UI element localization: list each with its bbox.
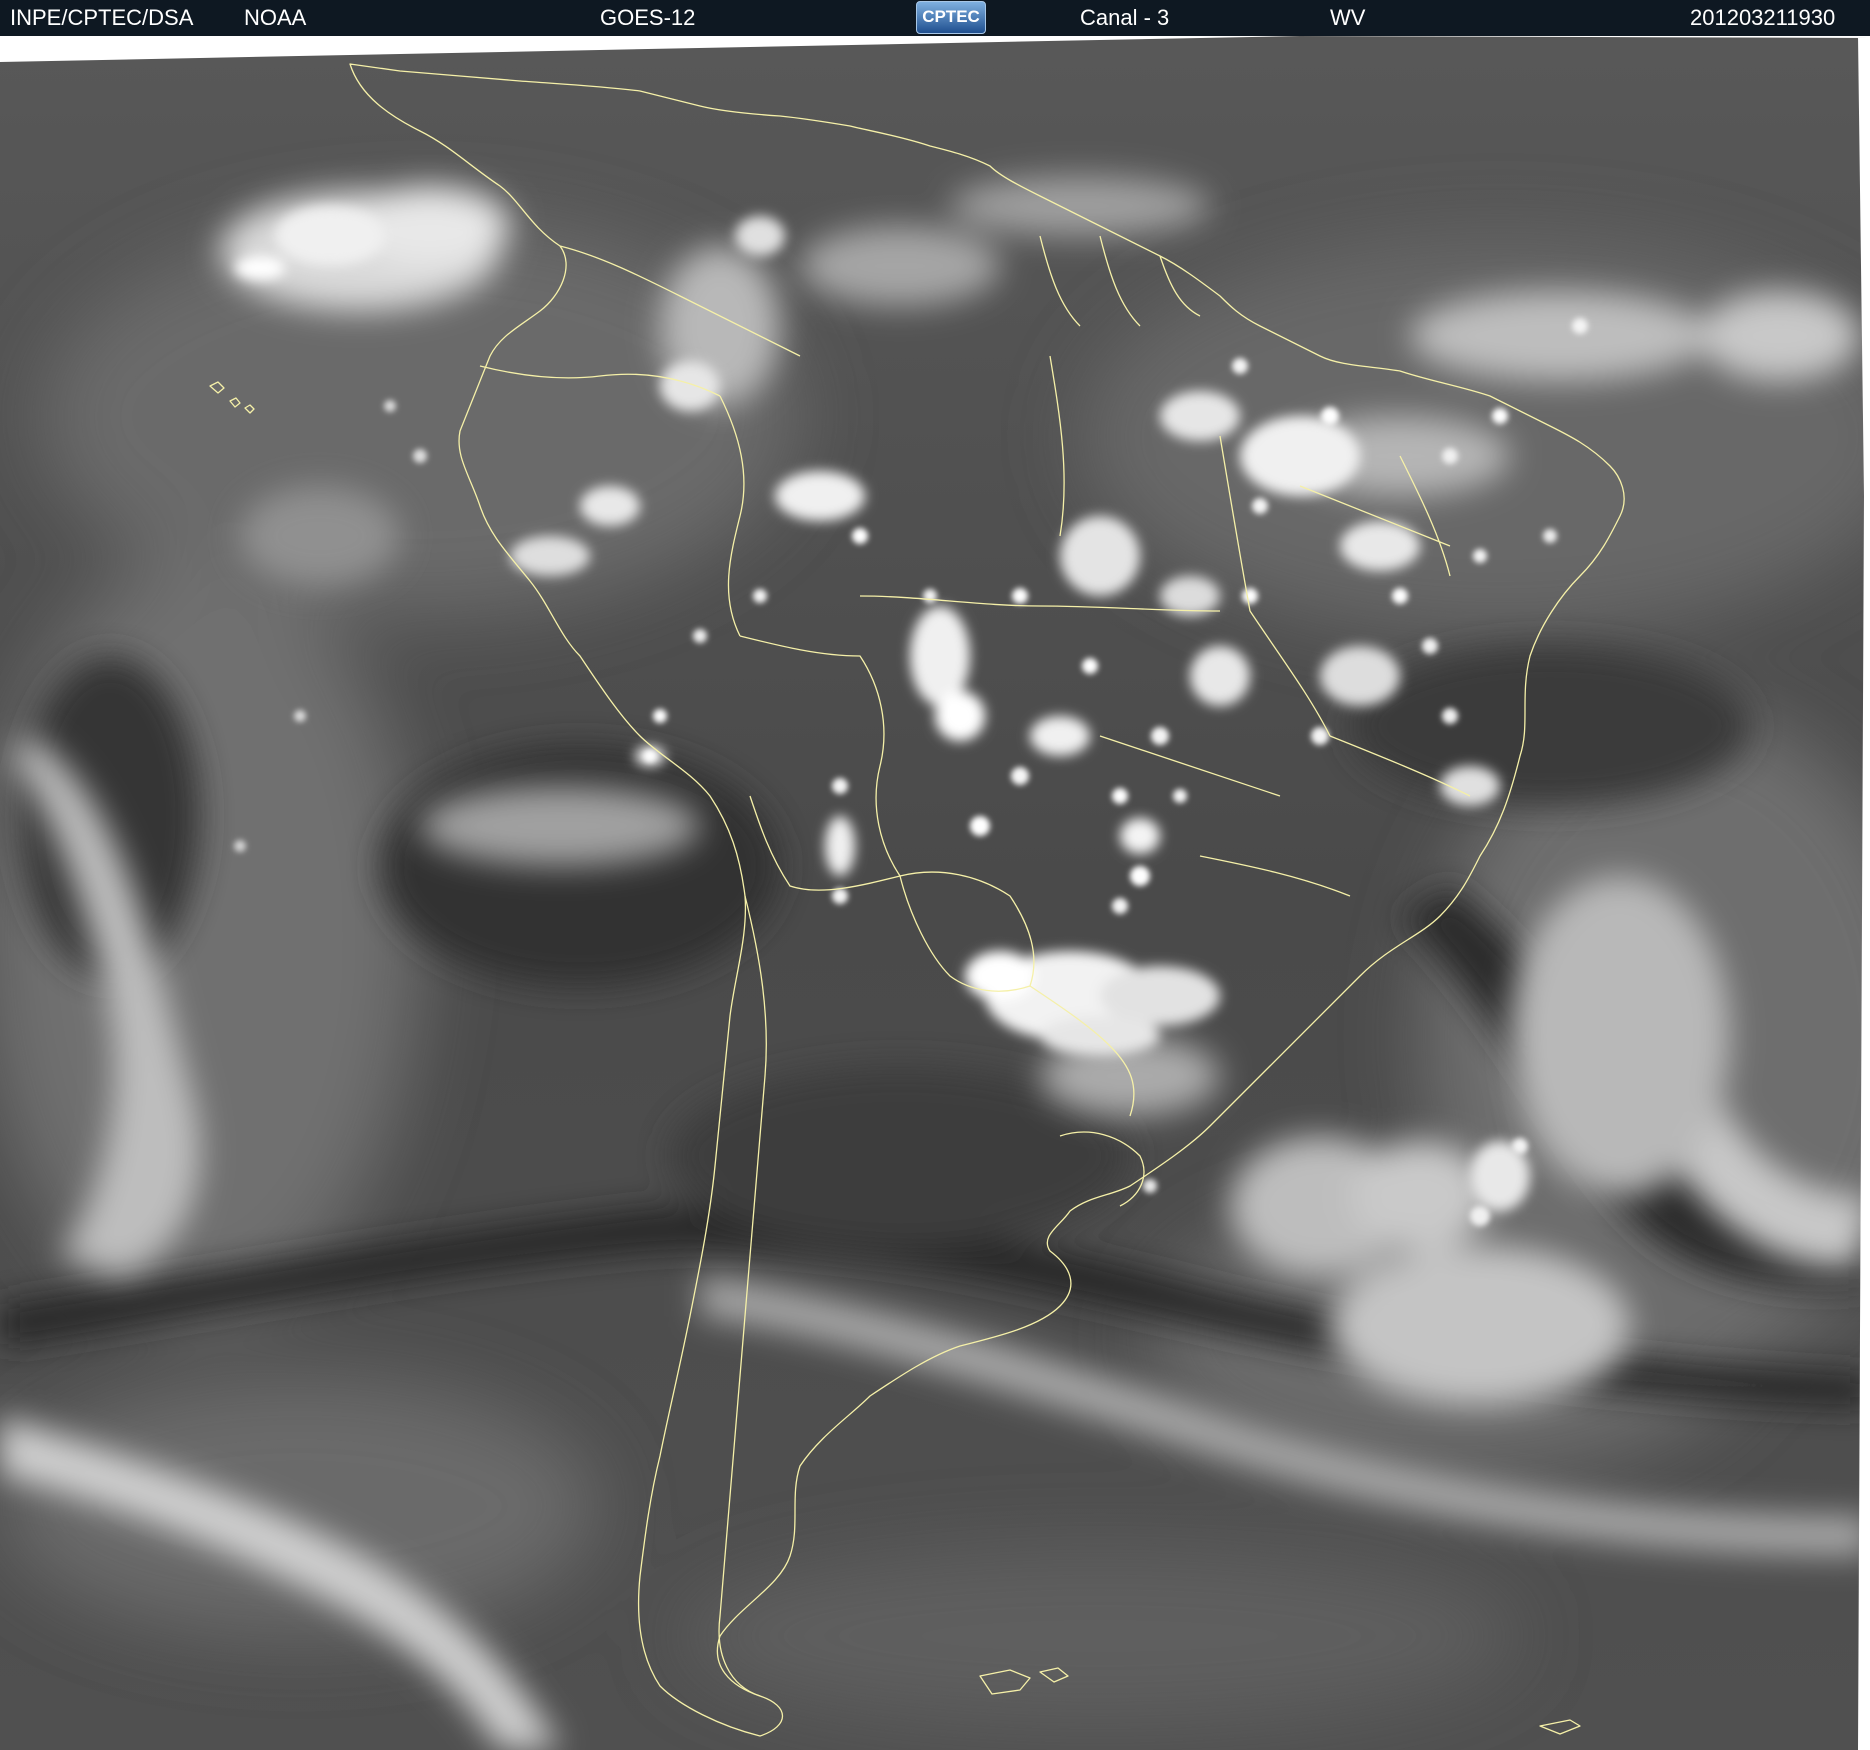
image-header-bar: INPE/CPTEC/DSA NOAA GOES-12 CPTEC Canal … [0,0,1870,36]
image-content [0,36,1870,1750]
cptec-logo: CPTEC [916,1,986,34]
satellite-label: GOES-12 [600,5,696,30]
channel-label: Canal - 3 [1080,5,1170,30]
source-label: INPE/CPTEC/DSA [10,5,194,30]
timestamp-label: 201203211930 [1690,5,1836,30]
agency-label: NOAA [244,5,307,30]
band-label: WV [1330,5,1366,30]
cptec-logo-text: CPTEC [922,7,980,26]
satellite-water-vapor-image [0,36,1870,1750]
